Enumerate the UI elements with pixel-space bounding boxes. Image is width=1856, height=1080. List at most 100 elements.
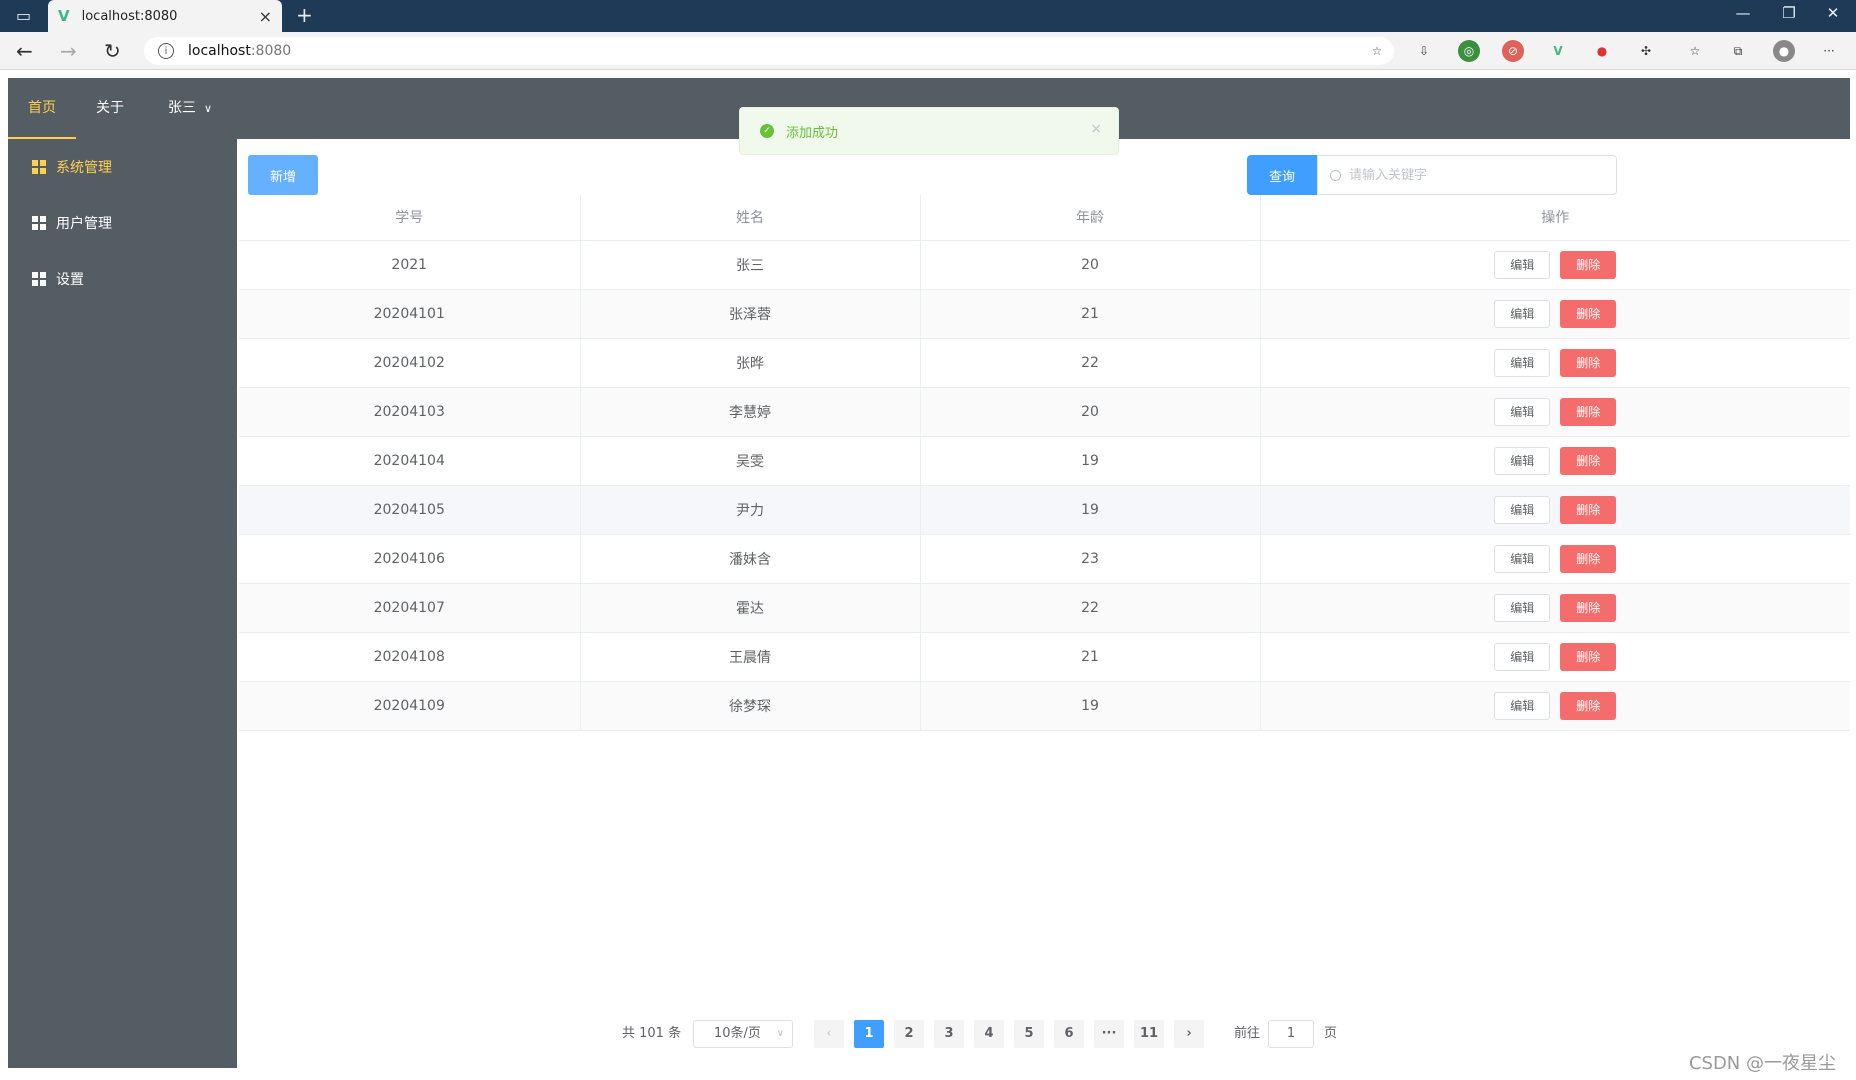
toast-message: 添加成功	[786, 125, 839, 141]
table-row[interactable]: 20204108 王晨倩 21 编辑 删除	[239, 632, 1850, 682]
edit-button[interactable]: 编辑	[1494, 495, 1551, 524]
extension-icon[interactable]: ⊘	[1502, 40, 1524, 62]
sidebar-item-system[interactable]: 系统管理	[8, 139, 237, 195]
column-header-actions: 操作	[1260, 195, 1850, 241]
close-icon[interactable]: ×	[1090, 121, 1102, 137]
cell-name: 张泽蓉	[580, 289, 921, 339]
delete-button[interactable]: 删除	[1560, 250, 1617, 279]
extensions-icon[interactable]: ✣	[1635, 40, 1657, 62]
success-check-icon: ✓	[760, 124, 774, 138]
column-header-age[interactable]: 年龄	[920, 195, 1261, 241]
cell-actions: 编辑 删除	[1260, 240, 1850, 290]
browser-tab[interactable]: V localhost:8080 ×	[48, 0, 282, 32]
forward-icon[interactable]: →	[60, 39, 77, 63]
table-row[interactable]: 20204101 张泽蓉 21 编辑 删除	[239, 289, 1850, 339]
next-page-button[interactable]: ›	[1174, 1020, 1204, 1048]
table-row[interactable]: 20204104 吴雯 19 编辑 删除	[239, 436, 1850, 486]
window-close-icon[interactable]: ✕	[1810, 4, 1856, 22]
delete-button[interactable]: 删除	[1560, 642, 1617, 671]
cell-id: 20204101	[239, 289, 581, 339]
prev-page-button[interactable]: ‹	[814, 1020, 844, 1048]
edit-button[interactable]: 编辑	[1494, 593, 1551, 622]
edit-button[interactable]: 编辑	[1494, 691, 1551, 720]
page-button[interactable]: 5	[1014, 1020, 1044, 1048]
tab-actions-icon[interactable]: ▭	[16, 6, 31, 25]
cell-name: 潘妹含	[580, 534, 921, 584]
page-size-value: 10条/页	[714, 1026, 761, 1041]
delete-button[interactable]: 删除	[1560, 446, 1617, 475]
extension-icon[interactable]: ●	[1591, 40, 1613, 62]
table-row[interactable]: 20204107 霍达 22 编辑 删除	[239, 583, 1850, 633]
goto-page-input[interactable]: 1	[1268, 1020, 1314, 1048]
page-button[interactable]: 11	[1134, 1020, 1164, 1048]
address-bar[interactable]: i localhost:8080	[144, 37, 1394, 65]
cell-age: 22	[920, 338, 1261, 388]
column-header-id[interactable]: 学号	[239, 195, 581, 241]
grid-icon	[32, 160, 46, 174]
page-button[interactable]: 3	[934, 1020, 964, 1048]
grid-icon	[32, 272, 46, 286]
delete-button[interactable]: 删除	[1560, 397, 1617, 426]
edit-button[interactable]: 编辑	[1494, 544, 1551, 573]
cell-id: 20204106	[239, 534, 581, 584]
cell-name: 张晔	[580, 338, 921, 388]
cell-name: 王晨倩	[580, 632, 921, 682]
favorite-add-icon[interactable]: ☆	[1366, 40, 1388, 62]
column-header-name[interactable]: 姓名	[580, 195, 921, 241]
restore-icon[interactable]: ❐	[1766, 4, 1812, 22]
edit-button[interactable]: 编辑	[1494, 348, 1551, 377]
new-tab-icon[interactable]: +	[296, 3, 313, 27]
nav-about[interactable]: 关于	[80, 78, 140, 139]
vue-devtools-icon[interactable]: V	[1547, 40, 1569, 62]
page-button[interactable]: 4	[974, 1020, 1004, 1048]
delete-button[interactable]: 删除	[1560, 495, 1617, 524]
page-button[interactable]: 2	[894, 1020, 924, 1048]
extension-icon[interactable]: ⇩	[1413, 40, 1435, 62]
edit-button[interactable]: 编辑	[1494, 642, 1551, 671]
delete-button[interactable]: 删除	[1560, 691, 1617, 720]
page-size-select[interactable]: 10条/页 ∨	[693, 1020, 793, 1048]
vue-logo-icon: V	[58, 7, 70, 25]
more-icon[interactable]: ···	[1818, 40, 1840, 62]
page-button[interactable]: 1	[854, 1020, 884, 1048]
table-row[interactable]: 20204102 张晔 22 编辑 删除	[239, 338, 1850, 388]
nav-home[interactable]: 首页	[8, 78, 76, 139]
back-icon[interactable]: ←	[16, 39, 33, 63]
table-row[interactable]: 2021 张三 20 编辑 删除	[239, 240, 1850, 290]
table-row[interactable]: 20204103 李慧婷 20 编辑 删除	[239, 387, 1850, 437]
collections-icon[interactable]: ⧉	[1727, 40, 1749, 62]
url-port: :8080	[250, 43, 292, 59]
edit-button[interactable]: 编辑	[1494, 397, 1551, 426]
extension-icon[interactable]: ◎	[1458, 40, 1480, 62]
sidebar-item-users[interactable]: 用户管理	[8, 195, 237, 251]
delete-button[interactable]: 删除	[1560, 299, 1617, 328]
reload-icon[interactable]: ↻	[104, 39, 121, 63]
nav-user-dropdown[interactable]: 张三 ∨	[152, 78, 228, 139]
table-row[interactable]: 20204106 潘妹含 23 编辑 删除	[239, 534, 1850, 584]
edit-button[interactable]: 编辑	[1494, 446, 1551, 475]
add-button[interactable]: 新增	[248, 155, 318, 195]
query-button[interactable]: 查询	[1247, 155, 1317, 195]
favorites-icon[interactable]: ☆	[1684, 40, 1706, 62]
delete-button[interactable]: 删除	[1560, 348, 1617, 377]
edit-button[interactable]: 编辑	[1494, 250, 1551, 279]
delete-button[interactable]: 删除	[1560, 593, 1617, 622]
delete-button[interactable]: 删除	[1560, 544, 1617, 573]
sidebar-item-settings[interactable]: 设置	[8, 251, 237, 307]
minimize-icon[interactable]: —	[1720, 4, 1766, 22]
page-button[interactable]: 6	[1054, 1020, 1084, 1048]
cell-id: 20204104	[239, 436, 581, 486]
table-row[interactable]: 20204105 尹力 19 编辑 删除	[239, 485, 1850, 535]
profile-avatar-icon[interactable]: ●	[1773, 40, 1795, 62]
more-pages-button[interactable]: ···	[1094, 1020, 1124, 1048]
tab-title: localhost:8080	[81, 8, 178, 24]
table-row[interactable]: 20204109 徐梦琛 19 编辑 删除	[239, 681, 1850, 731]
tab-close-icon[interactable]: ×	[259, 7, 272, 26]
cell-name: 霍达	[580, 583, 921, 633]
cell-id: 20204103	[239, 387, 581, 437]
cell-age: 20	[920, 387, 1261, 437]
edit-button[interactable]: 编辑	[1494, 299, 1551, 328]
search-input[interactable]	[1349, 167, 1589, 183]
cell-name: 徐梦琛	[580, 681, 921, 731]
site-info-icon[interactable]: i	[158, 43, 174, 59]
